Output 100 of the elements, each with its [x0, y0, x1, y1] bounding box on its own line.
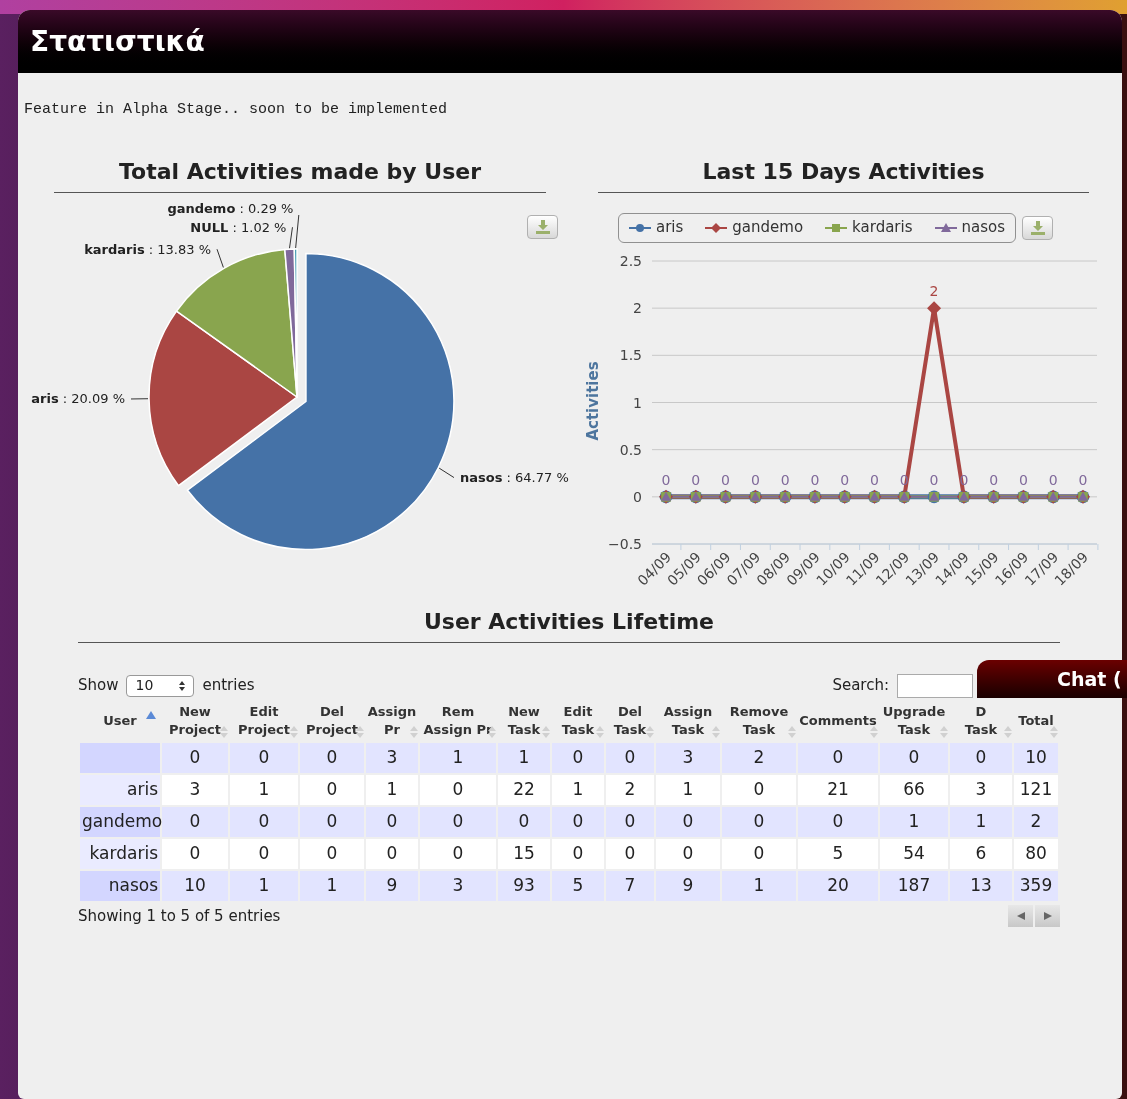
- data-label: 0: [840, 471, 850, 488]
- table-cell: 0: [656, 838, 720, 869]
- table-cell: 0: [366, 838, 418, 869]
- data-label: 0: [1078, 471, 1088, 488]
- table-cell: 0: [300, 774, 364, 805]
- table-cell: 0: [722, 806, 796, 837]
- table-cell: 0: [606, 838, 654, 869]
- data-label: 0: [780, 471, 790, 488]
- table-cell: 80: [1014, 838, 1058, 869]
- entries-label: entries: [202, 675, 255, 697]
- slice-label: nasos : 64.77 %: [459, 470, 569, 484]
- slice-label: NULL : 1.02 %: [190, 220, 287, 234]
- data-label: 0: [661, 471, 671, 488]
- y-tick-label: −0.5: [608, 535, 642, 552]
- table-cell: 3: [366, 742, 418, 773]
- data-label: 0: [1048, 471, 1058, 488]
- table-cell: 1: [366, 774, 418, 805]
- data-label: 0: [721, 471, 731, 488]
- table-cell: 6: [950, 838, 1012, 869]
- y-tick-label: 2.5: [619, 252, 642, 269]
- table-cell: 0: [552, 838, 604, 869]
- table-cell: 2: [722, 742, 796, 773]
- table-cell: 10: [1014, 742, 1058, 773]
- table-cell: 9: [656, 870, 720, 901]
- table-cell: 0: [656, 806, 720, 837]
- y-tick-label: 2: [633, 299, 642, 316]
- table-cell: 2: [606, 774, 654, 805]
- data-label: 0: [810, 471, 820, 488]
- y-axis-title: Activities: [584, 360, 602, 441]
- table-cell: 13: [950, 870, 1012, 901]
- table-cell: 0: [552, 806, 604, 837]
- table-cell: 0: [722, 774, 796, 805]
- search-label: Search:: [832, 675, 889, 697]
- table-cell: 0: [230, 742, 298, 773]
- table-cell: 0: [366, 806, 418, 837]
- table-cell: 0: [300, 806, 364, 837]
- table-cell: 0: [420, 774, 496, 805]
- table-cell: 0: [880, 742, 948, 773]
- legend-label: aris: [656, 217, 684, 239]
- table-cell: 10: [162, 870, 228, 901]
- table-cell: 2: [1014, 806, 1058, 837]
- table-cell: 93: [498, 870, 550, 901]
- table-cell: 359: [1014, 870, 1058, 901]
- y-tick-label: 0: [633, 488, 642, 505]
- data-label: 0: [989, 471, 999, 488]
- y-tick-label: 1.5: [619, 346, 642, 363]
- data-label: 2: [929, 282, 939, 299]
- data-label: 0: [750, 471, 760, 488]
- table-cell: 0: [722, 838, 796, 869]
- table-cell: 3: [950, 774, 1012, 805]
- table-cell: 1: [420, 742, 496, 773]
- data-label: 0: [870, 471, 879, 488]
- table-cell: 0: [498, 806, 550, 837]
- section-title: Total Activities made by User: [54, 154, 546, 193]
- table-cell: 1: [230, 774, 298, 805]
- table-cell: 7: [606, 870, 654, 901]
- table-cell: 1: [722, 870, 796, 901]
- show-label: Show: [78, 675, 119, 697]
- table-cell: 0: [300, 838, 364, 869]
- table-cell: 0: [420, 838, 496, 869]
- table-cell: 0: [162, 742, 228, 773]
- table-cell: 121: [1014, 774, 1058, 805]
- table-cell: 0: [162, 838, 228, 869]
- table-cell: 0: [230, 838, 298, 869]
- page-title: Στατιστικά: [30, 23, 205, 60]
- table-cell: kardaris: [80, 838, 160, 869]
- table-cell: 0: [162, 806, 228, 837]
- table-cell: 187: [880, 870, 948, 901]
- section-title: User Activities Lifetime: [78, 604, 1060, 643]
- table-cell: 1: [230, 870, 298, 901]
- table-cell: 0: [420, 806, 496, 837]
- section-title: Last 15 Days Activities: [598, 154, 1089, 193]
- table-cell: 0: [798, 742, 878, 773]
- table-cell: 0: [798, 806, 878, 837]
- table-cell: 1: [300, 870, 364, 901]
- slice-label: aris : 20.09 %: [31, 391, 125, 405]
- table-cell: 5: [798, 838, 878, 869]
- table-cell: 5: [552, 870, 604, 901]
- data-label: 0: [929, 471, 939, 488]
- y-tick-label: 1: [633, 394, 642, 410]
- table-cell: 22: [498, 774, 550, 805]
- table-cell: 3: [162, 774, 228, 805]
- legend-label: nasos: [961, 217, 1005, 239]
- table-cell: 0: [300, 742, 364, 773]
- table-cell: 0: [606, 806, 654, 837]
- table-cell: 0: [606, 742, 654, 773]
- table-cell: 3: [420, 870, 496, 901]
- alpha-notice: Feature in Alpha Stage.. soon to be implemented: [24, 100, 449, 120]
- table-cell: 20: [798, 870, 878, 901]
- data-label: 0: [1018, 471, 1028, 488]
- table-cell: 1: [880, 806, 948, 837]
- table-cell: 1: [656, 774, 720, 805]
- table-cell: 1: [498, 742, 550, 773]
- table-cell: nasos: [80, 870, 160, 901]
- table-cell: 15: [498, 838, 550, 869]
- table-cell: 66: [880, 774, 948, 805]
- table-cell: 0: [230, 806, 298, 837]
- table-cell: 54: [880, 838, 948, 869]
- data-label: 0: [691, 471, 701, 488]
- table-cell: 1: [552, 774, 604, 805]
